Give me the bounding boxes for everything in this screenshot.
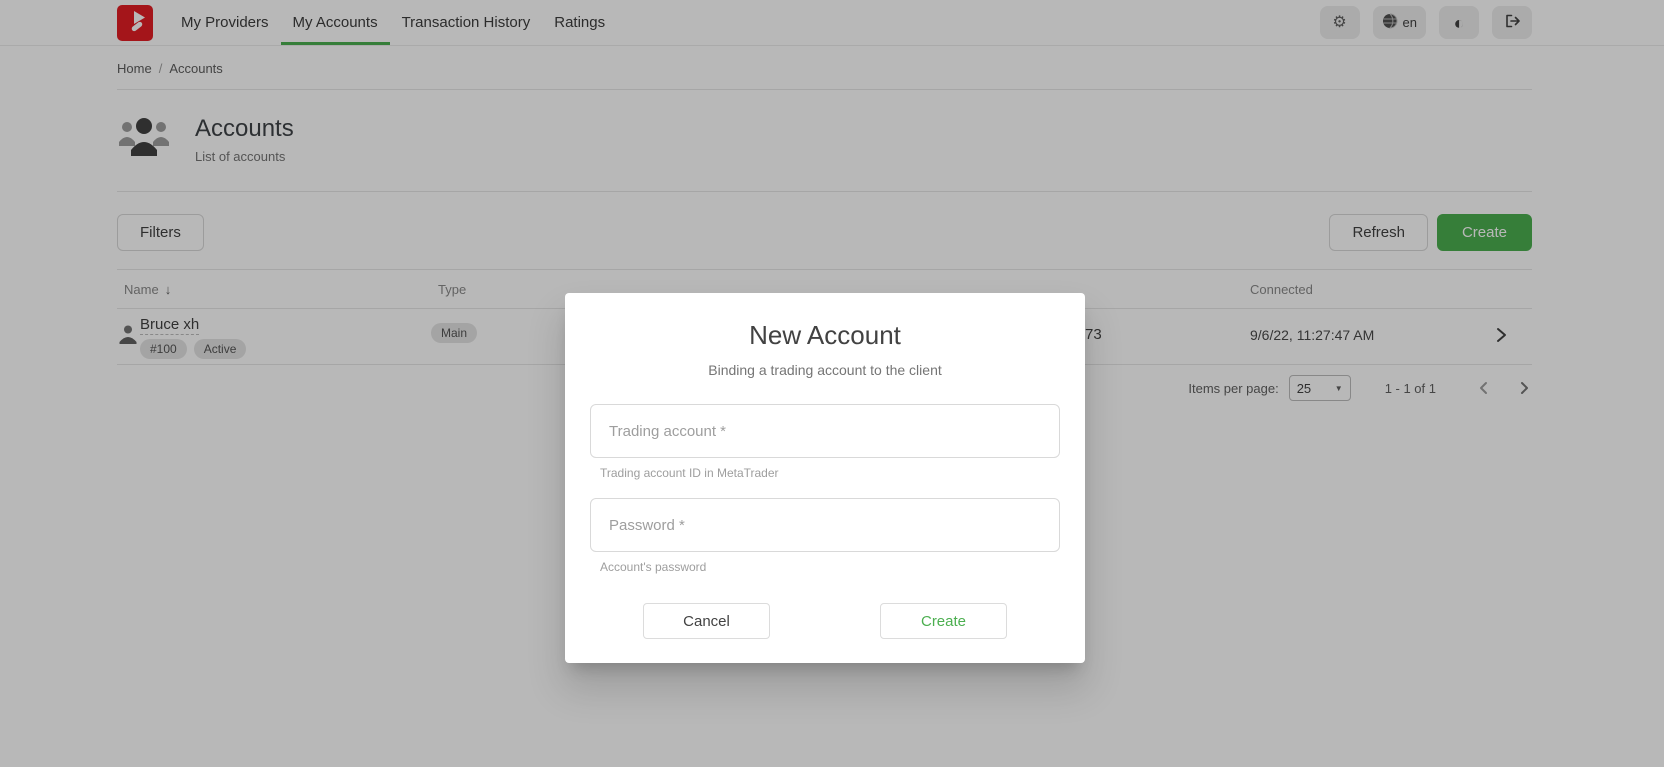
- modal-cancel-button[interactable]: Cancel: [643, 603, 770, 639]
- modal-title: New Account: [565, 320, 1085, 351]
- trading-account-input[interactable]: [590, 404, 1060, 458]
- modal-create-button[interactable]: Create: [880, 603, 1007, 639]
- password-helper: Account's password: [600, 560, 1060, 574]
- trading-account-helper: Trading account ID in MetaTrader: [600, 466, 1060, 480]
- trading-account-field-group: Trading account ID in MetaTrader: [590, 404, 1060, 480]
- modal-subtitle: Binding a trading account to the client: [565, 362, 1085, 378]
- password-input[interactable]: [590, 498, 1060, 552]
- password-field-group: Account's password: [590, 498, 1060, 574]
- new-account-modal: New Account Binding a trading account to…: [565, 293, 1085, 663]
